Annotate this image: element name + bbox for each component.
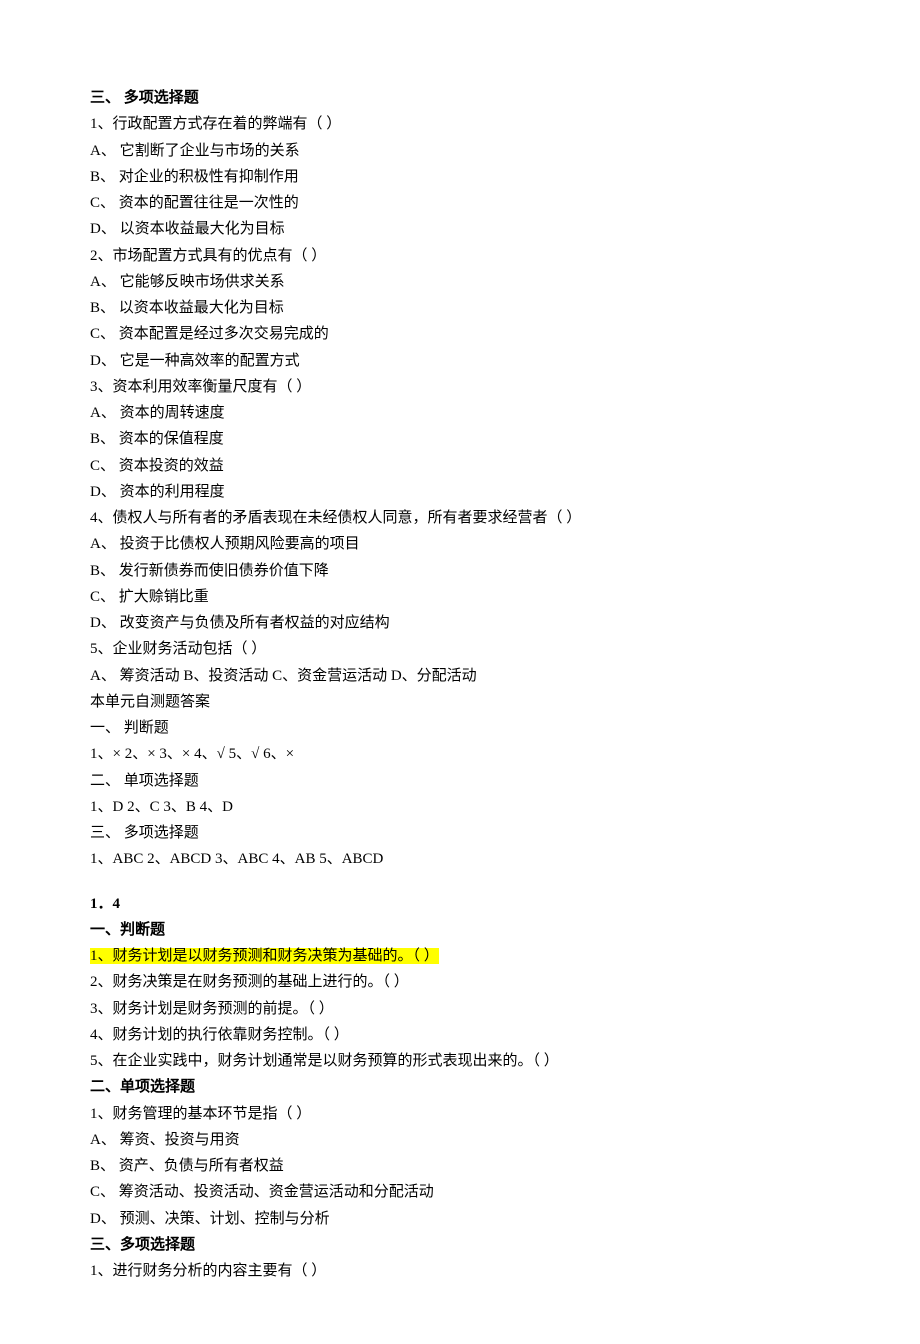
unit-number: 1．4 (90, 891, 830, 917)
q2-option-a: A、 它能够反映市场供求关系 (90, 269, 830, 295)
q2-option-c: C、 资本配置是经过多次交易完成的 (90, 321, 830, 347)
block2-s1-heading: 一、判断题 (90, 917, 830, 943)
q4-option-d: D、 改变资产与负债及所有者权益的对应结构 (90, 610, 830, 636)
q1-option-c: C、 资本的配置往往是一次性的 (90, 190, 830, 216)
q4-option-a: A、 投资于比债权人预期风险要高的项目 (90, 531, 830, 557)
block2-s2-q1-stem: 1、财务管理的基本环节是指（ ） (90, 1101, 830, 1127)
q1-option-d: D、 以资本收益最大化为目标 (90, 216, 830, 242)
q1-stem: 1、行政配置方式存在着的弊端有（ ） (90, 111, 830, 137)
q3-option-b: B、 资本的保值程度 (90, 426, 830, 452)
block2-s2-q1-d: D、 预测、决策、计划、控制与分析 (90, 1206, 830, 1232)
answers-header: 本单元自测题答案 (90, 689, 830, 715)
answers-s1: 1、× 2、× 3、× 4、√ 5、√ 6、× (90, 741, 830, 767)
block2-s1-q1: 1、财务计划是以财务预测和财务决策为基础的。（ ） (90, 943, 830, 969)
block2-s1-q2: 2、财务决策是在财务预测的基础上进行的。（ ） (90, 969, 830, 995)
block2-s3-heading: 三、多项选择题 (90, 1232, 830, 1258)
block2-s2-q1-c: C、 筹资活动、投资活动、资金营运活动和分配活动 (90, 1179, 830, 1205)
q5-options: A、 筹资活动 B、投资活动 C、资金营运活动 D、分配活动 (90, 663, 830, 689)
q1-option-a: A、 它割断了企业与市场的关系 (90, 138, 830, 164)
q5-stem: 5、企业财务活动包括（ ） (90, 636, 830, 662)
answers-s3-heading: 三、 多项选择题 (90, 820, 830, 846)
q3-option-a: A、 资本的周转速度 (90, 400, 830, 426)
answers-s2: 1、D 2、C 3、B 4、D (90, 794, 830, 820)
answers-s1-heading: 一、 判断题 (90, 715, 830, 741)
q4-stem: 4、债权人与所有者的矛盾表现在未经债权人同意，所有者要求经营者（ ） (90, 505, 830, 531)
block2-s2-q1-b: B、 资产、负债与所有者权益 (90, 1153, 830, 1179)
q3-option-d: D、 资本的利用程度 (90, 479, 830, 505)
section-heading-multichoice: 三、 多项选择题 (90, 85, 830, 111)
block2-s1-q4: 4、财务计划的执行依靠财务控制。（ ） (90, 1022, 830, 1048)
q1-option-b: B、 对企业的积极性有抑制作用 (90, 164, 830, 190)
answers-s2-heading: 二、 单项选择题 (90, 768, 830, 794)
q4-option-c: C、 扩大赊销比重 (90, 584, 830, 610)
q2-stem: 2、市场配置方式具有的优点有（ ） (90, 243, 830, 269)
block2-s2-q1-a: A、 筹资、投资与用资 (90, 1127, 830, 1153)
answers-s3: 1、ABC 2、ABCD 3、ABC 4、AB 5、ABCD (90, 846, 830, 872)
q3-option-c: C、 资本投资的效益 (90, 453, 830, 479)
block2-s2-heading: 二、单项选择题 (90, 1074, 830, 1100)
block2-s1-q3: 3、财务计划是财务预测的前提。（ ） (90, 996, 830, 1022)
q2-option-d: D、 它是一种高效率的配置方式 (90, 348, 830, 374)
q2-option-b: B、 以资本收益最大化为目标 (90, 295, 830, 321)
highlighted-text: 1、财务计划是以财务预测和财务决策为基础的。（ ） (90, 948, 439, 964)
block2-s3-q1: 1、进行财务分析的内容主要有（ ） (90, 1258, 830, 1284)
q3-stem: 3、资本利用效率衡量尺度有（ ） (90, 374, 830, 400)
block2-s1-q5: 5、在企业实践中，财务计划通常是以财务预算的形式表现出来的。（ ） (90, 1048, 830, 1074)
spacer (90, 873, 830, 891)
q4-option-b: B、 发行新债券而使旧债券价值下降 (90, 558, 830, 584)
